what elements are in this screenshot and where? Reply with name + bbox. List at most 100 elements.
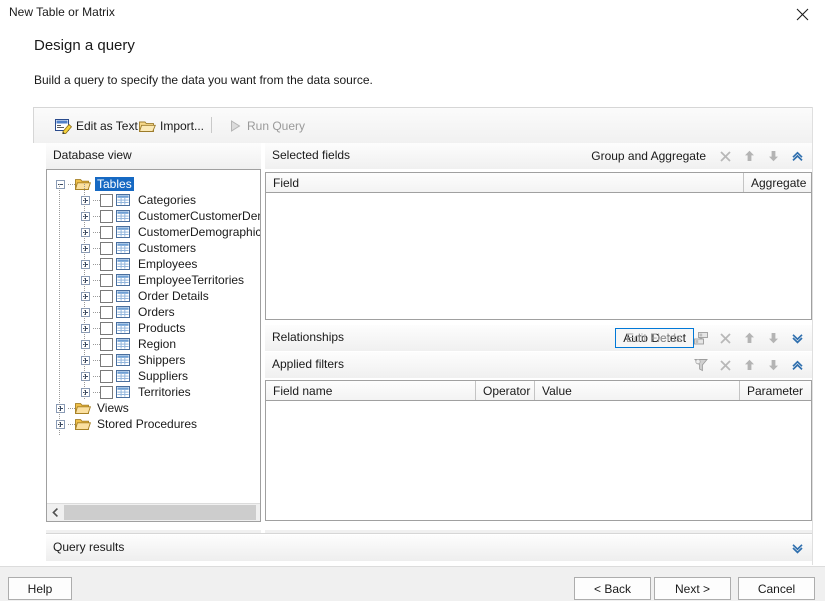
tree-node[interactable]: Stored Procedures (47, 416, 260, 432)
database-tree[interactable]: Tables Categories CustomerCustomerDemo Cust… (47, 170, 260, 502)
tree-node-expander[interactable] (78, 192, 93, 208)
column-header-field-name[interactable]: Field name (266, 381, 475, 400)
close-button[interactable] (779, 0, 825, 28)
tree-node-expander[interactable] (53, 400, 68, 416)
tree-node[interactable]: CustomerCustomerDemo (47, 208, 260, 224)
tree-node-checkbox[interactable] (100, 193, 113, 207)
tree-node-expander[interactable] (78, 368, 93, 384)
scrollbar-thumb[interactable] (64, 505, 256, 520)
selected-fields-rows[interactable] (266, 193, 811, 319)
tree-node-checkbox[interactable] (100, 241, 113, 255)
tree-node-expander[interactable] (78, 336, 93, 352)
selected-fields-collapse-button[interactable] (786, 145, 808, 167)
edit-as-text-button[interactable]: Edit as Text (50, 113, 143, 139)
tree-node[interactable]: Customers (47, 240, 260, 256)
tree-node[interactable]: Region (47, 336, 260, 352)
applied-filters-rows[interactable] (266, 401, 811, 520)
relationships-delete-button[interactable] (714, 327, 736, 349)
column-header-field[interactable]: Field (266, 173, 743, 192)
relationships-move-up-button[interactable] (738, 327, 760, 349)
applied-filters-title: Applied filters (272, 357, 345, 371)
selected-fields-actions: Group and Aggregate (591, 143, 808, 169)
tree-node-expander[interactable] (78, 256, 93, 272)
column-header-value[interactable]: Value (535, 381, 739, 400)
tree-node-checkbox[interactable] (100, 257, 113, 271)
tree-node-expander[interactable] (78, 304, 93, 320)
database-tree-horizontal-scrollbar[interactable] (47, 503, 260, 521)
database-view-title: Database view (53, 148, 132, 162)
edit-fields-button[interactable]: Edit Fields (626, 331, 682, 345)
tree-node[interactable]: Tables (47, 176, 260, 192)
import-button[interactable]: Import... (134, 113, 209, 139)
tree-node-checkbox[interactable] (100, 209, 113, 223)
relationships-expand-button[interactable] (786, 327, 808, 349)
tree-node[interactable]: Suppliers (47, 368, 260, 384)
tree-node[interactable]: Territories (47, 384, 260, 400)
selected-fields-move-up-button[interactable] (738, 145, 760, 167)
scrollbar-track[interactable] (64, 504, 256, 521)
window-title: New Table or Matrix (9, 5, 115, 19)
relationships-move-down-button[interactable] (762, 327, 784, 349)
applied-filters-move-up-button[interactable] (738, 354, 760, 376)
filter-button[interactable] (690, 354, 712, 376)
tree-connector (93, 312, 100, 313)
tree-node[interactable]: Views (47, 400, 260, 416)
expand-node-icon (56, 403, 65, 413)
next-button[interactable]: Next > (654, 577, 731, 600)
run-query-button[interactable]: Run Query (222, 113, 310, 139)
selected-fields-grid-header: Field Aggregate (266, 173, 811, 193)
tree-node[interactable]: Categories (47, 192, 260, 208)
tree-node-checkbox[interactable] (100, 337, 113, 351)
query-results-expand-button[interactable] (786, 537, 808, 559)
selected-fields-move-down-button[interactable] (762, 145, 784, 167)
applied-filters-move-down-button[interactable] (762, 354, 784, 376)
add-relationship-button[interactable] (690, 327, 712, 349)
tree-node[interactable]: Orders (47, 304, 260, 320)
tree-node-expander[interactable] (78, 320, 93, 336)
tree-node[interactable]: CustomerDemographics (47, 224, 260, 240)
applied-filters-collapse-button[interactable] (786, 354, 808, 376)
tree-node-expander[interactable] (78, 384, 93, 400)
tree-node-checkbox[interactable] (100, 225, 113, 239)
tree-node-checkbox[interactable] (100, 289, 113, 303)
query-results-header[interactable]: Query results (46, 535, 812, 561)
tree-node-expander[interactable] (78, 240, 93, 256)
selected-fields-delete-button[interactable] (714, 145, 736, 167)
column-header-aggregate[interactable]: Aggregate (744, 173, 811, 192)
tree-node-checkbox[interactable] (100, 385, 113, 399)
relationships-actions: Edit Fields (626, 325, 808, 351)
applied-filters-delete-button[interactable] (714, 354, 736, 376)
tree-node-expander[interactable] (78, 224, 93, 240)
tree-node-expander[interactable] (78, 208, 93, 224)
scroll-left-button[interactable] (47, 504, 64, 521)
tree-node[interactable]: Products (47, 320, 260, 336)
table-icon (116, 386, 132, 398)
tree-node-expander[interactable] (53, 416, 68, 432)
tree-node[interactable]: Order Details (47, 288, 260, 304)
table-icon (116, 338, 132, 350)
new-table-or-matrix-wizard: New Table or Matrix Design a query Build… (0, 0, 825, 601)
import-folder-icon (139, 121, 156, 132)
tree-node-expander[interactable] (53, 176, 68, 192)
tree-node-expander[interactable] (78, 272, 93, 288)
cancel-button[interactable]: Cancel (738, 577, 815, 600)
tree-node[interactable]: Employees (47, 256, 260, 272)
tree-node-label: Categories (138, 193, 197, 207)
back-button[interactable]: < Back (574, 577, 651, 600)
tree-node[interactable]: Shippers (47, 352, 260, 368)
tree-node-checkbox[interactable] (100, 321, 113, 335)
tree-node-checkbox[interactable] (100, 369, 113, 383)
help-button[interactable]: Help (8, 577, 72, 600)
tree-connector (68, 408, 75, 409)
tree-node-checkbox[interactable] (100, 305, 113, 319)
column-header-parameter[interactable]: Parameter (740, 381, 811, 400)
tree-node[interactable]: EmployeeTerritories (47, 272, 260, 288)
tree-node-checkbox[interactable] (100, 273, 113, 287)
tree-connector (93, 232, 100, 233)
tree-node-expander[interactable] (78, 288, 93, 304)
tree-node-expander[interactable] (78, 352, 93, 368)
group-and-aggregate-button[interactable]: Group and Aggregate (591, 149, 706, 163)
table-icon (116, 290, 132, 302)
column-header-operator[interactable]: Operator (476, 381, 534, 400)
tree-node-checkbox[interactable] (100, 353, 113, 367)
